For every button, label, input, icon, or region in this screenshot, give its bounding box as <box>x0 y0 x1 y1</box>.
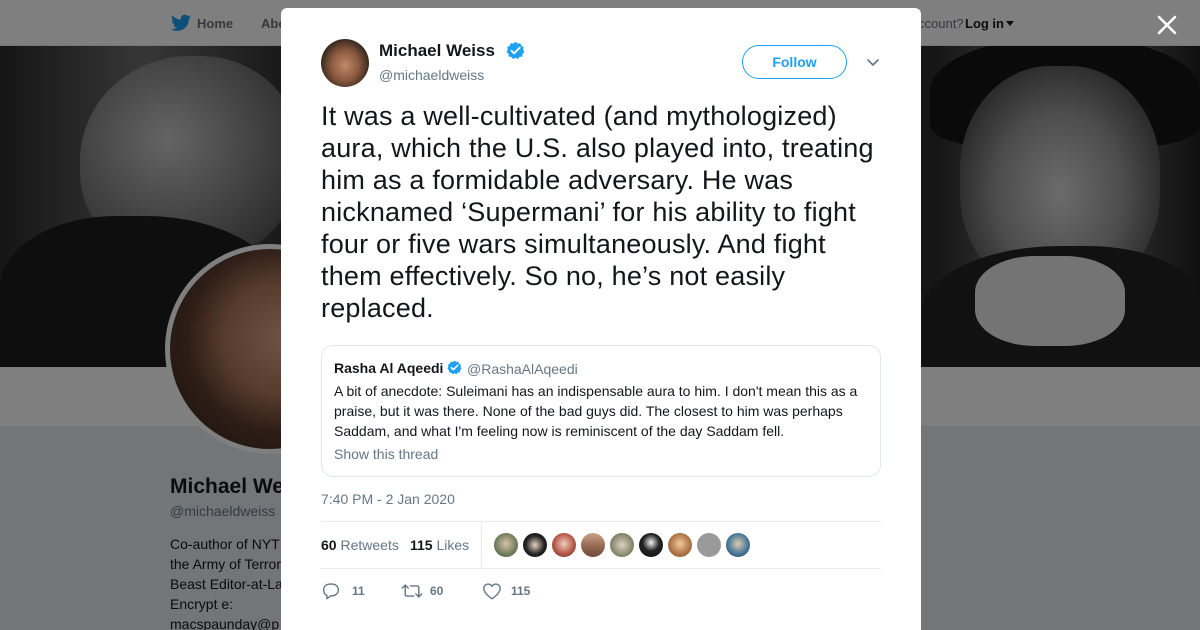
tweet-stats: 60 Retweets 115 Likes <box>321 521 881 569</box>
liker-avatar[interactable] <box>697 533 721 557</box>
likes-count: 115 <box>410 537 433 553</box>
tweet-modal: Michael Weiss @michaeldweiss Follow It w… <box>281 8 921 630</box>
tweet-timestamp[interactable]: 7:40 PM - 2 Jan 2020 <box>321 491 455 507</box>
verified-badge-icon <box>447 360 462 375</box>
reply-icon <box>322 583 340 600</box>
like-count: 115 <box>511 584 531 598</box>
liker-avatar[interactable] <box>668 533 692 557</box>
tweet-actions: 11 60 115 <box>321 581 881 601</box>
retweet-icon <box>401 584 423 598</box>
quoted-tweet-text: A bit of anecdote: Suleimani has an indi… <box>334 383 858 439</box>
tweet-text: It was a well-cultivated (and mythologiz… <box>321 101 874 323</box>
liker-avatar[interactable] <box>726 533 750 557</box>
liker-avatar[interactable] <box>494 533 518 557</box>
liker-avatar[interactable] <box>581 533 605 557</box>
like-heart-icon <box>483 583 501 600</box>
retweets-count: 60 <box>321 537 337 553</box>
retweets-label: Retweets <box>340 537 399 553</box>
liker-avatar[interactable] <box>610 533 634 557</box>
quoted-tweet[interactable]: Rasha Al Aqeedi @RashaAlAqeedi A bit of … <box>321 345 881 477</box>
close-icon[interactable] <box>1155 13 1179 37</box>
author-name[interactable]: Michael Weiss <box>379 41 495 61</box>
stats-divider <box>481 522 482 569</box>
author-avatar[interactable] <box>321 39 369 87</box>
reply-count: 11 <box>352 584 365 598</box>
liker-avatar[interactable] <box>523 533 547 557</box>
verified-badge-icon <box>506 41 525 59</box>
likes-label: Likes <box>436 537 470 553</box>
liker-avatar[interactable] <box>552 533 576 557</box>
quoted-author-handle: @RashaAlAqeedi <box>467 361 578 377</box>
follow-button[interactable]: Follow <box>742 45 847 79</box>
likes-stat[interactable]: 115 Likes <box>410 537 469 553</box>
retweet-count: 60 <box>430 584 444 598</box>
show-thread-link[interactable]: Show this thread <box>334 446 438 462</box>
liker-avatar[interactable] <box>639 533 663 557</box>
retweets-stat[interactable]: 60 Retweets <box>321 537 399 553</box>
author-handle[interactable]: @michaeldweiss <box>379 67 484 83</box>
chevron-down-icon[interactable] <box>866 57 880 67</box>
quoted-author-name: Rasha Al Aqeedi <box>334 360 444 376</box>
